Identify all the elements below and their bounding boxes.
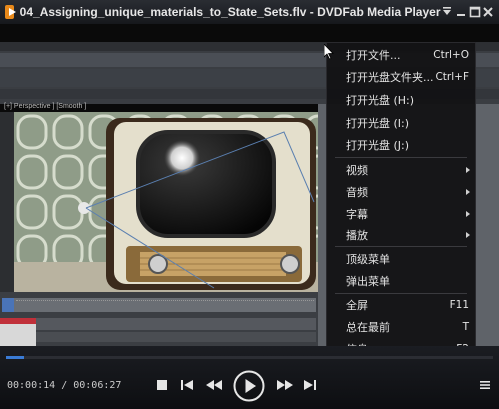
play-icon <box>233 370 265 402</box>
time-display: 00:00:14 / 00:06:27 <box>7 380 121 391</box>
stop-icon[interactable] <box>153 376 171 394</box>
menu-item[interactable]: 音频 <box>327 182 475 202</box>
menu-item-shortcut: F11 <box>449 299 469 311</box>
menu-item-label: 全屏 <box>346 299 368 312</box>
playback-controls: 00:00:14 / 00:06:27 <box>0 346 499 409</box>
menu-item[interactable]: 打开文件... Ctrl+O <box>327 45 475 65</box>
title-bar: 04_Assigning_unique_materials_to_State_S… <box>0 0 499 24</box>
maximize-icon[interactable] <box>468 2 482 22</box>
menu-item-label: 字幕 <box>346 208 368 221</box>
fast-forward-icon[interactable] <box>274 376 296 394</box>
menu-item-shortcut: Ctrl+F <box>435 71 469 83</box>
menu-dropdown-icon[interactable] <box>441 2 455 22</box>
video-frame-left-strip <box>0 112 14 308</box>
menu-item-label: 打开光盘 (H:) <box>346 94 415 107</box>
current-time: 00:00:14 <box>7 380 56 391</box>
video-frame-timeline <box>0 292 318 346</box>
menu-item[interactable]: 打开光盘 (I:) <box>327 113 475 133</box>
app-logo-icon <box>5 5 16 19</box>
play-button[interactable] <box>233 370 265 402</box>
minimize-icon[interactable] <box>454 2 468 22</box>
rewind-icon[interactable] <box>203 376 225 394</box>
menu-item-label: 音频 <box>346 186 368 199</box>
time-separator: / <box>55 380 74 391</box>
video-viewport-label: [+] Perspective ] [Smooth ] <box>4 103 87 110</box>
menu-item-label: 打开光盘 (J:) <box>346 139 410 152</box>
menu-item-shortcut: Ctrl+O <box>433 49 469 61</box>
menu-item-label: 打开文件... <box>346 49 401 62</box>
menu-item-label: 视频 <box>346 164 368 177</box>
menu-item[interactable]: 全屏 F11 <box>327 295 475 315</box>
menu-separator <box>335 157 467 158</box>
menu-item[interactable]: 打开光盘文件夹... Ctrl+F <box>327 67 475 87</box>
total-time: 00:06:27 <box>73 380 122 391</box>
seek-bar-progress <box>6 356 24 359</box>
menu-item-label: 打开光盘 (I:) <box>346 117 410 130</box>
menu-item[interactable]: 打开光盘 (H:) <box>327 90 475 110</box>
submenu-arrow-icon <box>466 232 470 238</box>
seek-bar[interactable] <box>6 356 493 359</box>
menu-item[interactable]: 视频 <box>327 160 475 180</box>
menu-item[interactable]: 字幕 <box>327 204 475 224</box>
menu-item[interactable]: 顶级菜单 <box>327 249 475 269</box>
submenu-arrow-icon <box>466 167 470 173</box>
menu-separator <box>335 246 467 247</box>
menu-item[interactable]: 打开光盘 (J:) <box>327 135 475 155</box>
menu-item[interactable]: 弹出菜单 <box>327 271 475 291</box>
menu-item-label: 播放 <box>346 229 368 242</box>
menu-item-label: 弹出菜单 <box>346 275 390 288</box>
submenu-arrow-icon <box>466 211 470 217</box>
next-icon[interactable] <box>301 376 319 394</box>
menu-separator <box>335 293 467 294</box>
window-title: 04_Assigning_unique_materials_to_State_S… <box>19 5 441 19</box>
menu-item[interactable]: 播放 <box>327 225 475 245</box>
playlist-icon[interactable] <box>476 376 494 394</box>
menu-item-label: 总在最前 <box>346 321 390 334</box>
menu-item-label: 顶级菜单 <box>346 253 390 266</box>
previous-icon[interactable] <box>178 376 196 394</box>
close-icon[interactable] <box>481 2 495 22</box>
menu-item-label: 打开光盘文件夹... <box>346 71 434 84</box>
mouse-pointer-icon <box>323 42 334 64</box>
video-frame-scene <box>14 112 318 292</box>
menu-item[interactable]: 总在最前 T <box>327 317 475 337</box>
submenu-arrow-icon <box>466 189 470 195</box>
menu-item-shortcut: T <box>462 321 469 333</box>
